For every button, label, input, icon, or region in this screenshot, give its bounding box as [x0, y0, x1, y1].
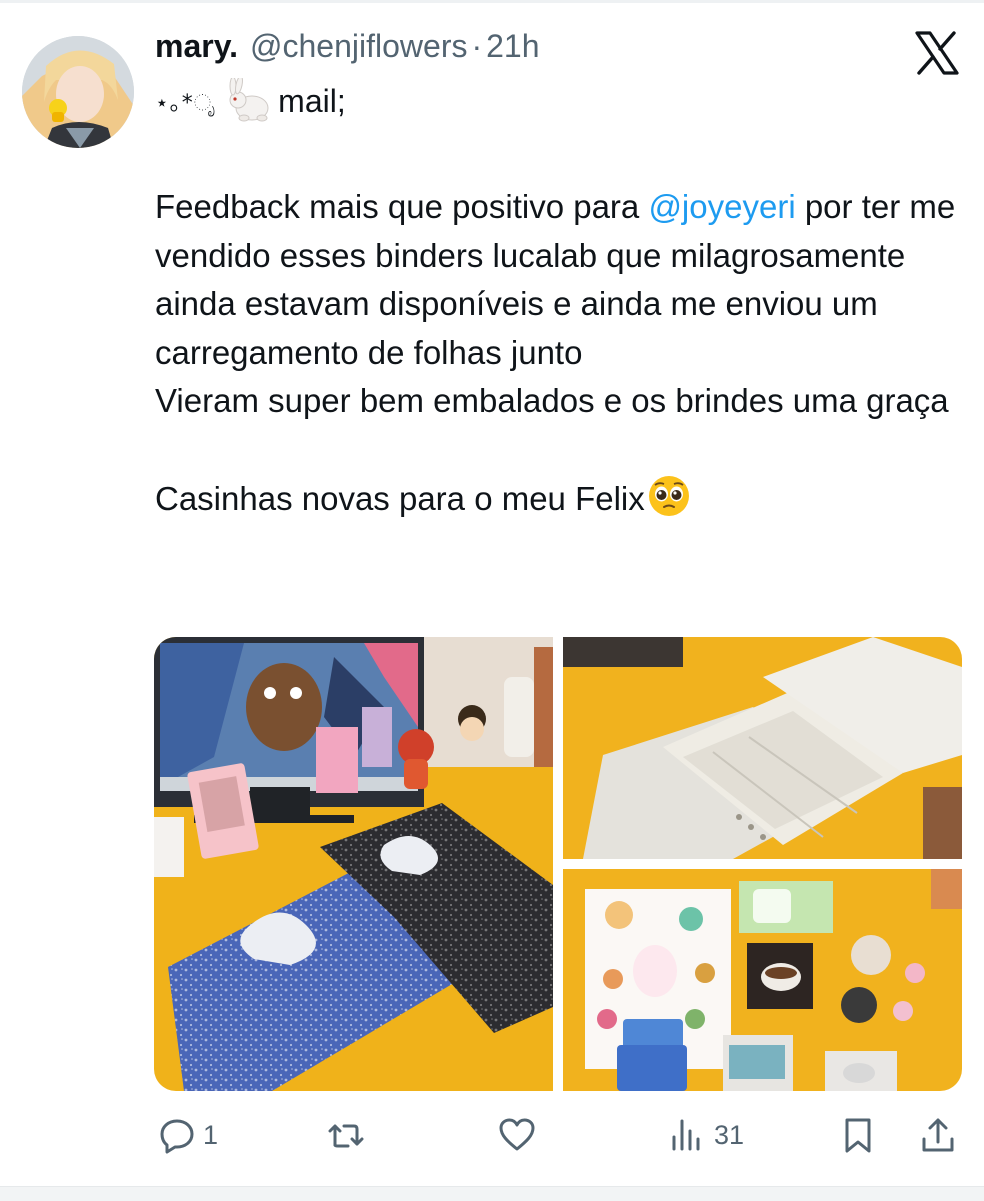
tweet-header: mary. @chenjiflowers · 21h [155, 28, 540, 78]
like-button[interactable] [497, 1106, 543, 1164]
repost-icon [328, 1124, 364, 1148]
timestamp[interactable]: 21h [486, 28, 539, 65]
tweet-body: Feedback mais que positivo para @joyeyer… [155, 183, 965, 524]
photo-binders-desk[interactable] [154, 637, 553, 1091]
tweet-actions: 1 31 [0, 1106, 984, 1164]
top-divider [0, 0, 984, 3]
media-grid [154, 637, 962, 1091]
bookmark-icon [845, 1118, 871, 1153]
tweet-paragraph-2: Vieram super bem embalados e os brindes … [155, 382, 949, 419]
reply-count: 1 [203, 1119, 219, 1150]
share-button[interactable] [918, 1106, 958, 1164]
tweet-text-part: Casinhas novas para o meu Felix [155, 480, 645, 517]
pleading-face-emoji-icon [647, 474, 691, 518]
bio-line: ⋆｡*ೃ mail; [155, 75, 346, 124]
reply-icon [160, 1119, 194, 1154]
bio-text: mail; [278, 82, 346, 119]
mention-link[interactable]: @joyeyeri [648, 188, 795, 225]
author-handle[interactable]: @chenjiflowers [250, 28, 467, 65]
x-logo-icon[interactable] [914, 30, 960, 76]
reply-button[interactable]: 1 [157, 1106, 218, 1164]
tweet-paragraph-3: Casinhas novas para o meu Felix [155, 474, 965, 524]
tweet-text-part: Feedback mais que positivo para [155, 188, 649, 225]
repost-button[interactable] [326, 1106, 372, 1164]
avatar[interactable] [22, 36, 134, 148]
rabbit-icon [222, 75, 274, 124]
analytics-icon [672, 1119, 700, 1151]
author-name[interactable]: mary. [155, 28, 238, 65]
bottom-divider [0, 1186, 984, 1201]
views-count: 31 [714, 1119, 745, 1150]
views-button[interactable]: 31 [668, 1106, 744, 1164]
share-icon [922, 1118, 954, 1152]
bookmark-button[interactable] [838, 1106, 878, 1164]
sparkles-decoration: ⋆｡*ೃ [155, 91, 217, 116]
tweet-paragraph-1: Feedback mais que positivo para @joyeyer… [155, 183, 965, 377]
heart-icon [499, 1118, 535, 1151]
separator-dot: · [471, 28, 483, 64]
photo-binder-sheets[interactable] [563, 637, 962, 859]
photo-sticker-freebies[interactable] [563, 869, 962, 1091]
